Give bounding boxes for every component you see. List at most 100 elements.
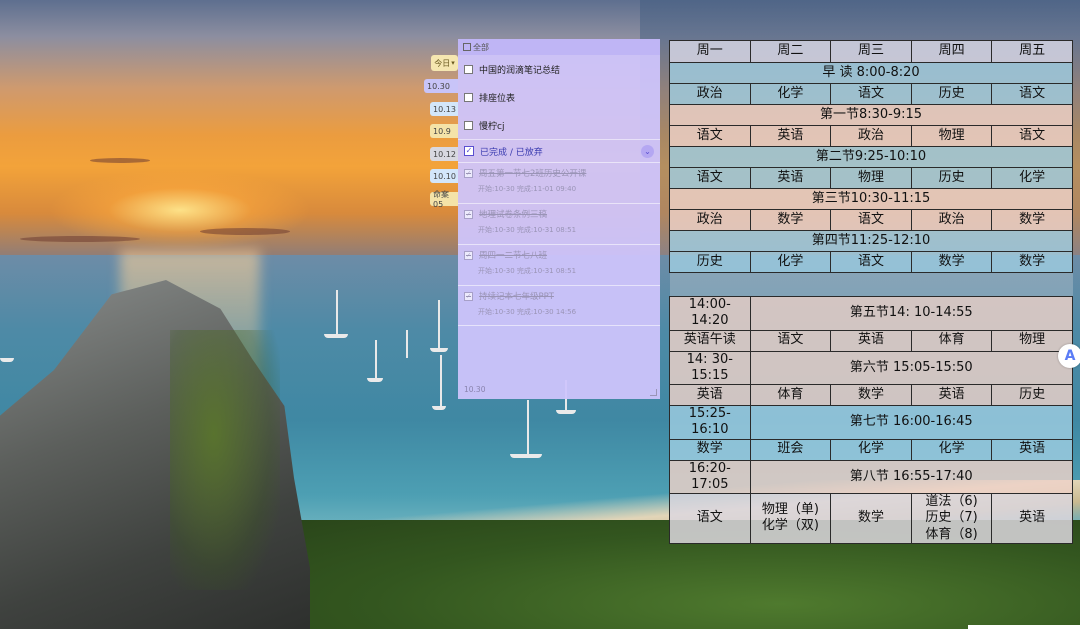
completed-item-title: 地理试卷条例三稿 — [479, 210, 548, 220]
class-cell: 化学 — [991, 167, 1073, 189]
check-icon[interactable]: ✓ — [464, 209, 473, 219]
task-checkbox[interactable] — [464, 92, 473, 102]
todo-item-label: 排座位表 — [479, 93, 516, 104]
assistant-floating-icon[interactable]: A — [1058, 344, 1080, 368]
completed-item[interactable]: ✓ 周四一二节七八班 开始:10-30 完成:10-31 08:51 — [458, 244, 660, 285]
period-label: 早 读 8:00-8:20 — [669, 62, 1073, 84]
task-checkbox[interactable] — [464, 64, 473, 74]
todo-item[interactable]: 慢柠cj — [458, 111, 660, 139]
boat-mast — [438, 300, 440, 348]
completed-item-title: 周四一二节七八班 — [479, 251, 548, 261]
timetable-row: 英语 体育 数学 英语 历史 — [669, 384, 1073, 406]
period-label: 第一节8:30-9:15 — [669, 104, 1073, 126]
class-cell: 化学 — [830, 438, 912, 461]
class-cell: 数学 — [830, 384, 912, 406]
class-cell-line: 道法（6) — [925, 494, 978, 509]
class-cell: 政治 — [830, 125, 912, 147]
class-cell: 数学 — [749, 209, 832, 231]
completed-group-header[interactable]: ✓ 已完成 / 已放弃 ⌄ — [458, 139, 660, 162]
todo-header[interactable]: 全部 — [458, 39, 660, 55]
timetable-period-row: 第二节9:25-10:10 — [669, 146, 1073, 168]
class-cell: 化学 — [910, 438, 993, 461]
class-cell: 物理 — [830, 167, 912, 189]
check-icon[interactable]: ✓ — [464, 291, 473, 301]
class-cell: 班会 — [749, 438, 832, 461]
date-filter-select[interactable]: 今日 ▾ — [431, 55, 458, 71]
completed-item-meta: 开始:10-30 完成:10-31 08:51 — [478, 267, 577, 275]
task-checkbox[interactable] — [464, 120, 473, 130]
class-cell: 体育 — [910, 329, 993, 352]
period-label: 第二节9:25-10:10 — [669, 146, 1073, 168]
class-cell: 语文 — [669, 167, 751, 189]
date-tab[interactable]: 10.30 — [424, 79, 458, 93]
boat-hull — [432, 406, 446, 410]
completed-item[interactable]: ✓ 持续记本七年级PPT 开始:10-30 完成:10-30 14:56 — [458, 285, 660, 326]
date-tab[interactable]: 10.10 — [430, 169, 458, 183]
todo-item-label: 慢柠cj — [479, 121, 505, 132]
check-icon[interactable]: ✓ — [464, 250, 473, 260]
boat-hull — [430, 348, 448, 352]
taskbar-edge — [968, 625, 1080, 629]
class-cell-line: 历史（7) — [925, 510, 978, 526]
todo-panel: 全部 中国的润滴笔记总结 排座位表 慢柠cj ✓ 已完成 / 已放弃 ⌄ ✓ 周… — [458, 39, 660, 399]
class-cell: 语文 — [830, 209, 912, 231]
wallpaper-cloud — [90, 158, 150, 163]
timetable-row: 语文 物理（单) 化学（双) 数学 道法（6) 历史（7) 体育（8) 英语 — [669, 493, 1073, 544]
check-icon[interactable]: ✓ — [464, 168, 473, 178]
period-label: 第四节11:25-12:10 — [669, 230, 1073, 252]
class-cell: 政治 — [669, 83, 751, 105]
timetable-period-row: 第三节10:30-11:15 — [669, 188, 1073, 210]
class-cell: 道法（6) 历史（7) 体育（8) — [910, 493, 993, 544]
timetable-row: 英语午读 语文 英语 体育 物理 — [669, 329, 1073, 352]
period-label: 第六节 15:05-15:50 — [749, 350, 1074, 385]
completed-item-meta: 开始:10-30 完成:11-01 09:40 — [478, 185, 577, 193]
date-tab[interactable]: 命案05 — [430, 190, 458, 209]
class-cell: 政治 — [910, 209, 993, 231]
class-cell: 历史 — [910, 167, 993, 189]
class-cell: 化学 — [749, 251, 832, 273]
todo-item[interactable]: 中国的润滴笔记总结 — [458, 55, 660, 83]
class-cell: 英语 — [991, 438, 1073, 461]
time-cell: 16:20-17:05 — [669, 459, 751, 494]
day-header: 周三 — [830, 40, 912, 63]
class-cell: 英语 — [830, 329, 912, 352]
boat-mast — [406, 330, 408, 358]
class-cell: 数学 — [991, 251, 1073, 273]
timetable-row: 数学 班会 化学 化学 英语 — [669, 438, 1073, 461]
timetable-period-row: 14:00-14:20 第五节14: 10-14:55 — [669, 296, 1074, 331]
timetable-period-row: 早 读 8:00-8:20 — [669, 62, 1073, 84]
date-tab[interactable]: 10.13 — [430, 102, 458, 116]
day-header: 周四 — [910, 40, 993, 63]
completed-item[interactable]: ✓ 地理试卷条例三稿 开始:10-30 完成:10-31 08:51 — [458, 203, 660, 244]
date-tab[interactable]: 10.9 — [430, 124, 458, 138]
class-cell: 英语 — [669, 384, 751, 406]
class-cell: 数学 — [669, 438, 751, 461]
boat-hull — [0, 358, 14, 362]
time-cell: 15:25-16:10 — [669, 405, 751, 440]
timetable-row: 政治 数学 语文 政治 数学 — [669, 209, 1073, 231]
todo-header-label: 全部 — [473, 42, 489, 52]
day-header: 周五 — [991, 40, 1073, 63]
completed-item[interactable]: ✓ 周五第一节七2班历史公开课 开始:10-30 完成:11-01 09:40 — [458, 162, 660, 203]
boat-mast — [336, 290, 338, 334]
class-cell: 英语午读 — [669, 329, 751, 352]
period-label: 第三节10:30-11:15 — [669, 188, 1073, 210]
todo-item[interactable]: 排座位表 — [458, 83, 660, 111]
class-cell: 英语 — [749, 125, 832, 147]
timetable-grid: 周一 周二 周三 周四 周五 早 读 8:00-8:20 政治 化学 语文 历史… — [669, 40, 1074, 544]
boat-mast — [440, 355, 442, 407]
chevron-down-icon[interactable]: ⌄ — [641, 144, 654, 158]
noon-break-cell — [669, 272, 1073, 297]
completed-item-title: 持续记本七年级PPT — [479, 292, 554, 302]
chevron-down-icon: ▾ — [451, 59, 455, 67]
class-timetable: 周一 周二 周三 周四 周五 早 读 8:00-8:20 政治 化学 语文 历史… — [669, 40, 1074, 544]
boat-hull — [510, 454, 542, 458]
class-cell: 体育 — [749, 384, 832, 406]
wallpaper-cloud — [20, 236, 140, 242]
resize-handle[interactable] — [650, 389, 657, 396]
boat-hull — [556, 410, 576, 414]
date-tab[interactable]: 10.12 — [430, 147, 458, 161]
period-label: 第八节 16:55-17:40 — [749, 459, 1074, 494]
boat-mast — [375, 340, 377, 378]
class-cell: 英语 — [991, 493, 1073, 544]
